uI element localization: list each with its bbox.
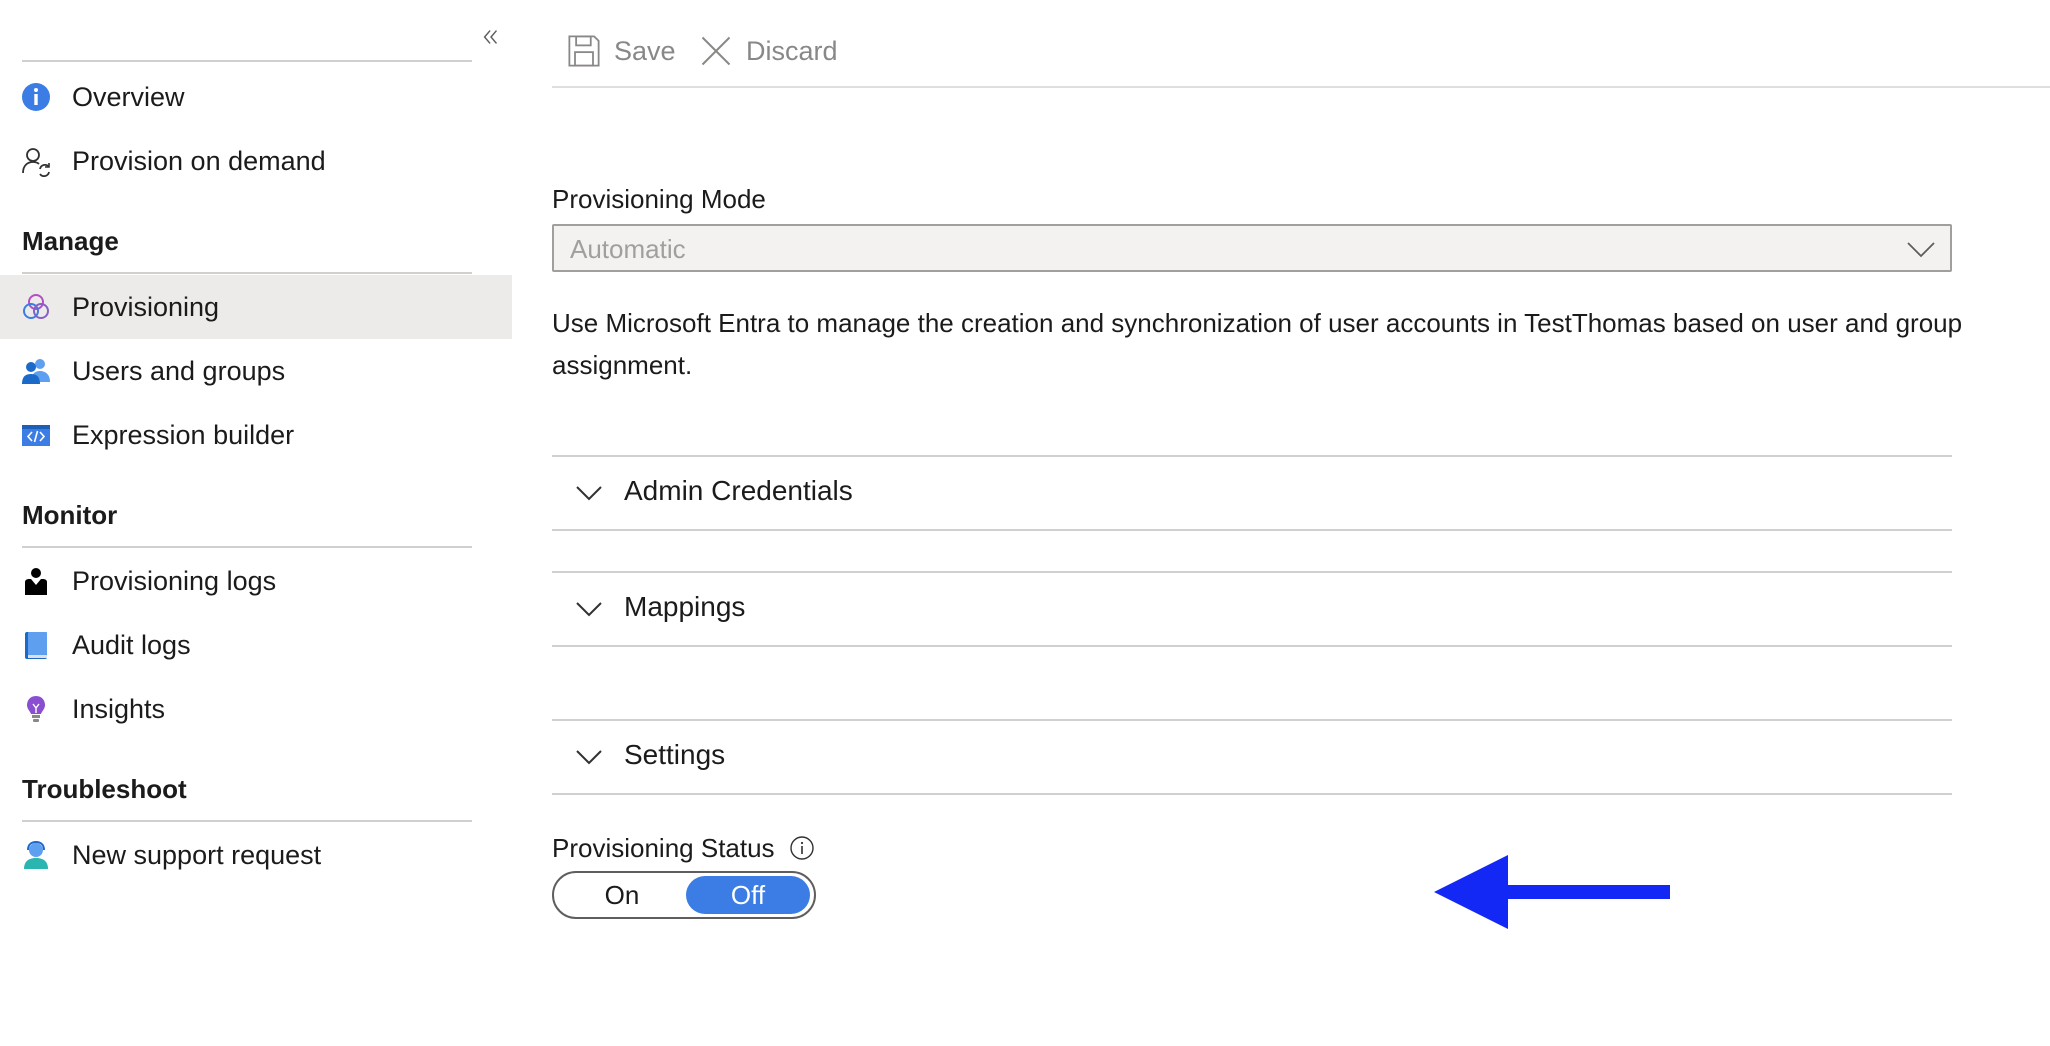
provisioning-status-toggle: On Off (552, 871, 816, 919)
sidebar-item-label: Insights (72, 693, 166, 724)
sidebar-item-provisioning[interactable]: Provisioning (0, 275, 512, 339)
chevron-down-icon (576, 486, 602, 501)
nav-divider (22, 546, 472, 548)
annotation-arrow-icon (1434, 855, 1670, 929)
sidebar-item-label: Overview (72, 81, 185, 112)
person-log-icon (20, 565, 52, 597)
sidebar: Overview Provision on demand Manage Prov… (0, 0, 512, 1046)
accordion-mappings[interactable]: Mappings (552, 573, 1952, 645)
accordion-label: Admin Credentials (624, 475, 853, 506)
sidebar-item-label: Provisioning (72, 291, 220, 322)
user-sync-icon (20, 145, 52, 177)
sidebar-item-provision-on-demand[interactable]: Provision on demand (0, 129, 512, 193)
main-content: Save Discard Provisioning Mode Automatic… (552, 0, 2050, 1046)
sidebar-item-label: Provisioning logs (72, 565, 277, 596)
sidebar-item-expression-builder[interactable]: Expression builder (0, 403, 512, 467)
sidebar-item-provisioning-logs[interactable]: Provisioning logs (0, 549, 512, 613)
sidebar-item-insights[interactable]: Insights (0, 677, 512, 741)
chevron-down-icon (1907, 242, 1935, 258)
provisioning-mode-dropdown[interactable]: Automatic (552, 224, 1952, 272)
section-title-monitor: Monitor (22, 500, 118, 530)
double-chevron-left-icon (483, 30, 498, 44)
section-title-manage: Manage (22, 226, 119, 256)
collapse-sidebar-button[interactable] (478, 24, 504, 50)
sidebar-item-audit-logs[interactable]: Audit logs (0, 613, 512, 677)
provisioning-icon (20, 291, 52, 323)
section-title-troubleshoot: Troubleshoot (22, 774, 187, 804)
book-icon (20, 629, 52, 661)
nav-divider (22, 820, 472, 822)
sidebar-item-label: Audit logs (72, 629, 191, 660)
provisioning-status-row: Provisioning Status (552, 830, 815, 866)
chevron-down-icon (576, 602, 602, 617)
sidebar-item-label: Users and groups (72, 355, 286, 386)
toggle-on-option[interactable]: On (560, 876, 684, 914)
provisioning-status-label: Provisioning Status (552, 832, 775, 863)
info-icon (20, 81, 52, 113)
support-person-icon (20, 839, 52, 871)
lightbulb-icon (20, 693, 52, 725)
save-button[interactable]: Save (566, 30, 676, 72)
sidebar-item-users-and-groups[interactable]: Users and groups (0, 339, 512, 403)
close-icon (701, 36, 731, 66)
sidebar-item-label: New support request (72, 839, 322, 870)
accordion-admin-credentials[interactable]: Admin Credentials (552, 457, 1952, 529)
accordion-label: Settings (624, 739, 726, 770)
accordion-divider (552, 645, 1952, 647)
users-icon (20, 355, 52, 387)
provisioning-mode-label: Provisioning Mode (552, 184, 766, 214)
code-icon (20, 419, 52, 451)
toggle-off-option[interactable]: Off (686, 876, 810, 914)
sidebar-item-new-support-request[interactable]: New support request (0, 823, 512, 887)
provisioning-mode-value: Automatic (570, 234, 686, 264)
accordion-settings[interactable]: Settings (552, 721, 1952, 793)
save-icon (568, 35, 600, 67)
save-label: Save (614, 35, 676, 66)
sidebar-item-label: Expression builder (72, 419, 295, 450)
nav-divider (22, 272, 472, 274)
toolbar: Save Discard (552, 0, 2050, 88)
nav-divider (22, 60, 472, 62)
sidebar-item-overview[interactable]: Overview (0, 65, 512, 129)
accordion-label: Mappings (624, 591, 746, 622)
discard-label: Discard (746, 35, 838, 66)
provisioning-description: Use Microsoft Entra to manage the creati… (552, 308, 1963, 380)
accordion-divider (552, 529, 1952, 531)
info-icon[interactable] (789, 835, 815, 861)
sidebar-item-label: Provision on demand (72, 145, 326, 176)
discard-button[interactable]: Discard (698, 30, 838, 72)
chevron-down-icon (576, 750, 602, 765)
accordion-divider (552, 793, 1952, 795)
